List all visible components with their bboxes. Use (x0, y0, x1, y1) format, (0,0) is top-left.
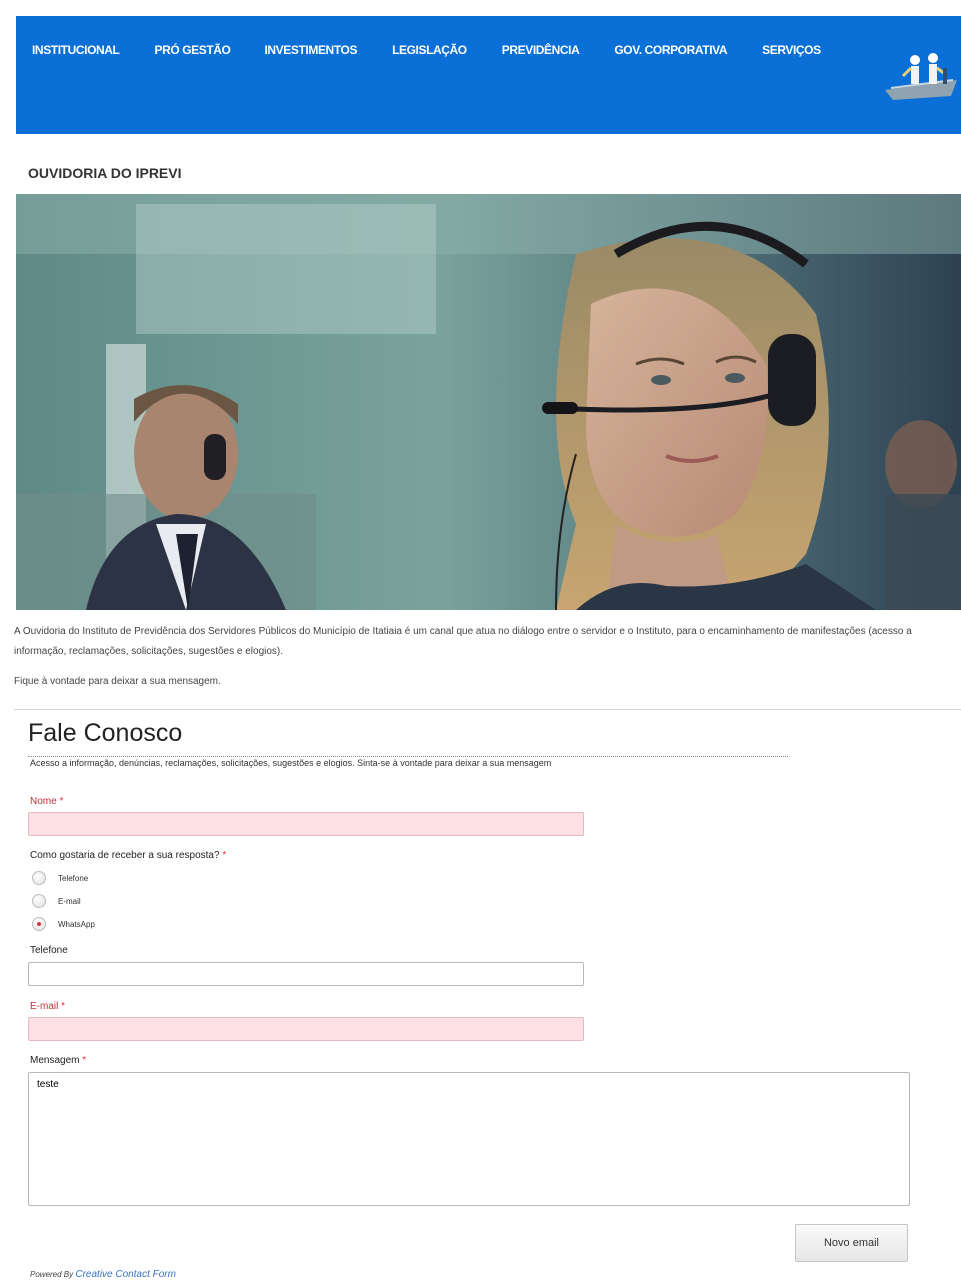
radio-option-telefone[interactable]: Telefone (32, 871, 88, 885)
nav-item-investimentos[interactable]: INVESTIMENTOS (264, 43, 357, 57)
nav-item-gov-corporativa[interactable]: GOV. CORPORATIVA (614, 43, 727, 57)
form-title: Fale Conosco (28, 719, 183, 747)
telefone-input[interactable] (28, 962, 584, 986)
nav-item-servicos[interactable]: SERVIÇOS (762, 43, 821, 57)
novo-email-button[interactable]: Novo email (795, 1224, 908, 1262)
top-navigation-bar: INSTITUCIONAL PRÓ GESTÃO INVESTIMENTOS L… (16, 16, 961, 134)
response-question-text: Como gostaria de receber a sua resposta? (30, 850, 220, 861)
response-question-label: Como gostaria de receber a sua resposta?… (30, 850, 226, 861)
page-title: OUVIDORIA DO IPREVI (28, 165, 182, 181)
intro-paragraph: A Ouvidoria do Instituto de Previdência … (14, 626, 912, 657)
required-star: * (61, 1001, 66, 1012)
radio-label: E-mail (58, 896, 81, 906)
nav-item-pro-gestao[interactable]: PRÓ GESTÃO (154, 43, 230, 57)
mensagem-label: Mensagem * (30, 1055, 86, 1066)
required-star: * (222, 850, 227, 861)
powered-by: Powered By Creative Contact Form (30, 1269, 176, 1280)
intro-text: A Ouvidoria do Instituto de Previdência … (14, 622, 961, 692)
radio-button[interactable] (32, 871, 46, 885)
radio-option-email[interactable]: E-mail (32, 894, 81, 908)
email-label-text: E-mail (30, 1001, 59, 1012)
email-label: E-mail * (30, 1001, 65, 1012)
intro-invitation: Fique à vontade para deixar a sua mensag… (14, 676, 221, 687)
hero-image-call-center (16, 194, 961, 610)
section-divider (14, 709, 961, 710)
main-nav: INSTITUCIONAL PRÓ GESTÃO INVESTIMENTOS L… (32, 43, 821, 57)
radio-option-whatsapp[interactable]: WhatsApp (32, 917, 95, 931)
nome-label: Nome * (30, 796, 63, 807)
form-description: Acesso a informação, denúncias, reclamaç… (30, 758, 552, 768)
nav-item-legislacao[interactable]: LEGISLAÇÃO (392, 43, 467, 57)
institute-logo[interactable] (881, 50, 961, 102)
telefone-label: Telefone (30, 945, 68, 956)
nome-input[interactable] (28, 812, 584, 836)
nav-item-institucional[interactable]: INSTITUCIONAL (32, 43, 120, 57)
form-title-rule (28, 756, 788, 757)
mensagem-textarea[interactable]: teste (28, 1072, 910, 1206)
nav-item-previdencia[interactable]: PREVIDÊNCIA (502, 43, 580, 57)
creative-contact-form-link[interactable]: Creative Contact Form (75, 1269, 176, 1280)
radio-label: WhatsApp (58, 919, 95, 929)
nome-label-text: Nome (30, 796, 57, 807)
radio-label: Telefone (58, 873, 89, 883)
radio-button-selected[interactable] (32, 917, 46, 931)
email-input[interactable] (28, 1017, 584, 1041)
radio-button[interactable] (32, 894, 46, 908)
mensagem-label-text: Mensagem (30, 1055, 80, 1066)
required-star: * (82, 1055, 87, 1066)
required-star: * (59, 796, 64, 807)
radio-selected-dot (37, 922, 41, 926)
call-center-photo (16, 194, 961, 610)
